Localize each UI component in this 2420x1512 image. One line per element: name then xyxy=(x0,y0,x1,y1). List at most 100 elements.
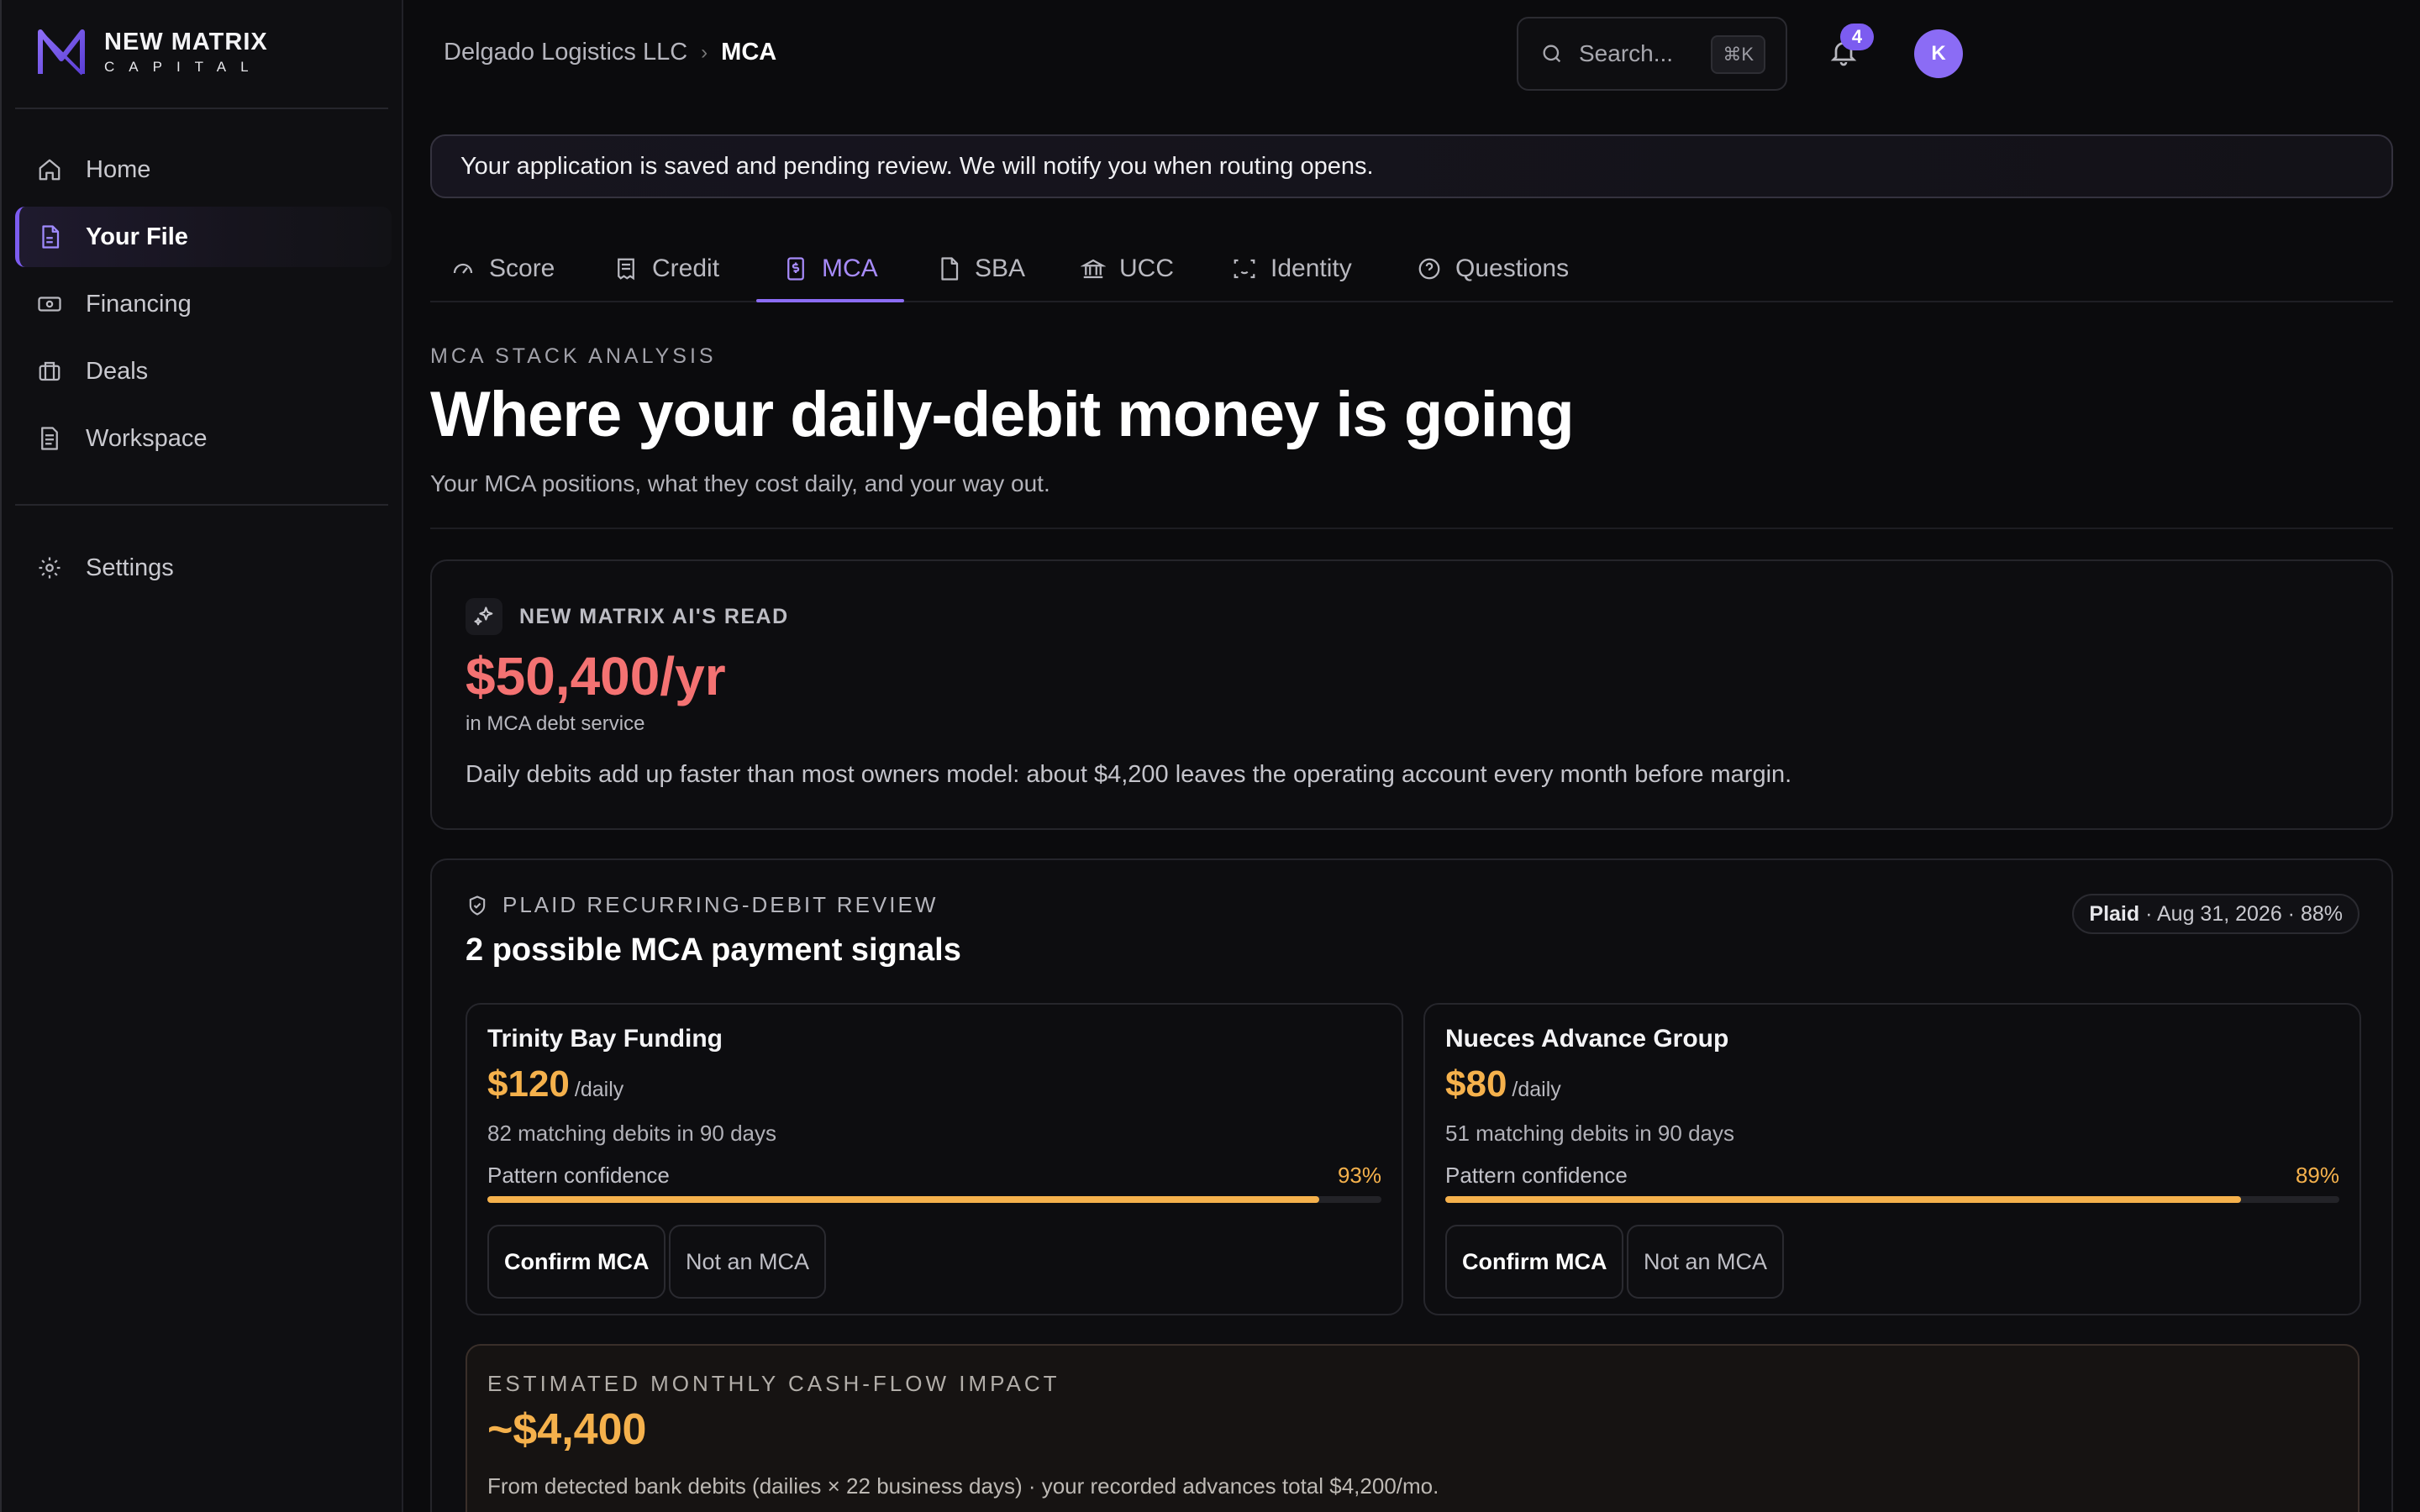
confidence-progress-fill xyxy=(1445,1196,2241,1203)
confidence-value: 89% xyxy=(2295,1163,2339,1188)
dollar-file-icon xyxy=(783,256,808,281)
lender-name: Trinity Bay Funding xyxy=(487,1025,723,1053)
top-bar: Delgado Logistics LLC › MCA xyxy=(405,0,2420,108)
briefcase-icon xyxy=(37,359,62,384)
brand-name: NEW MATRIX xyxy=(104,29,268,55)
breadcrumb-item-company[interactable]: Delgado Logistics LLC xyxy=(444,39,687,66)
confirm-mca-button[interactable]: Confirm MCA xyxy=(487,1225,666,1299)
sidebar-item-label: Workspace xyxy=(86,424,208,452)
confidence-progress-bar xyxy=(1445,1196,2339,1203)
sidebar-item-deals[interactable]: Deals xyxy=(15,341,392,402)
sidebar: NEW MATRIX CAPITAL Home Your File Financ… xyxy=(0,0,403,1512)
sparkles-icon xyxy=(466,598,502,635)
page-subtitle: Your MCA positions, what they cost daily… xyxy=(430,470,1050,496)
ai-read-label: NEW MATRIX AI'S READ xyxy=(519,604,789,628)
daily-amount-value: $80 xyxy=(1445,1063,1507,1105)
sidebar-item-workspace[interactable]: Workspace xyxy=(15,408,392,469)
cash-flow-impact-panel: ESTIMATED MONTHLY CASH-FLOW IMPACT ~$4,4… xyxy=(466,1344,2360,1512)
impact-label: ESTIMATED MONTHLY CASH-FLOW IMPACT xyxy=(487,1371,1060,1396)
daily-amount-period: /daily xyxy=(1512,1078,1561,1101)
tab-label: Identity xyxy=(1270,255,1352,282)
tab-label: MCA xyxy=(822,255,878,282)
search-icon xyxy=(1543,45,1561,63)
impact-note: From detected bank debits (dailies × 22 … xyxy=(487,1473,1439,1499)
confidence-label: Pattern confidence xyxy=(1445,1163,1628,1188)
plaid-meta-source: Plaid xyxy=(2089,901,2140,926)
daily-amount: $80/daily xyxy=(1445,1063,1561,1105)
tab-questions[interactable]: Questions xyxy=(1417,235,1569,302)
tab-label: SBA xyxy=(975,255,1026,282)
tab-mca[interactable]: MCA xyxy=(783,235,878,302)
breadcrumb-item-current: MCA xyxy=(721,39,777,66)
gauge-icon xyxy=(450,256,476,281)
status-banner: Your application is saved and pending re… xyxy=(430,134,2393,198)
tab-label: Credit xyxy=(652,255,720,282)
tab-credit[interactable]: Credit xyxy=(613,235,719,302)
not-an-mca-button[interactable]: Not an MCA xyxy=(669,1225,827,1299)
ai-read-summary: Daily debits add up faster than most own… xyxy=(466,761,1792,788)
mca-signal-card: Nueces Advance Group $80/daily 51 matchi… xyxy=(1423,1003,2361,1315)
plaid-review-label: PLAID RECURRING-DEBIT REVIEW xyxy=(502,892,939,917)
sidebar-item-your-file[interactable]: Your File xyxy=(15,207,392,267)
daily-amount-value: $120 xyxy=(487,1063,570,1105)
keyboard-shortcut-badge: ⌘K xyxy=(1711,35,1765,74)
tab-label: Questions xyxy=(1455,255,1570,282)
search-input[interactable]: Search... ⌘K xyxy=(1517,17,1787,91)
document-icon xyxy=(37,426,62,451)
confidence-progress-fill xyxy=(487,1196,1319,1203)
confirm-mca-button[interactable]: Confirm MCA xyxy=(1445,1225,1624,1299)
sidebar-item-label: Deals xyxy=(86,357,149,385)
search-placeholder: Search... xyxy=(1579,40,1674,66)
daily-amount-period: /daily xyxy=(574,1078,624,1101)
file-icon xyxy=(37,224,62,249)
tab-score[interactable]: Score xyxy=(450,235,555,302)
sidebar-item-label: Your File xyxy=(86,223,188,250)
notification-count-badge: 4 xyxy=(1840,24,1874,50)
section-eyebrow: MCA STACK ANALYSIS xyxy=(430,344,717,368)
tab-label: UCC xyxy=(1119,255,1174,282)
tab-ucc[interactable]: UCC xyxy=(1081,235,1174,302)
plaid-review-title: 2 possible MCA payment signals xyxy=(466,932,961,968)
brand-logo[interactable]: NEW MATRIX CAPITAL xyxy=(37,29,268,77)
ai-read-caption: in MCA debt service xyxy=(466,712,645,735)
sidebar-item-label: Home xyxy=(86,155,151,183)
logo-mark-icon xyxy=(38,29,85,76)
brand-tagline: CAPITAL xyxy=(104,59,263,75)
shield-check-icon xyxy=(469,895,486,916)
tab-label: Score xyxy=(489,255,555,282)
plaid-review-card: PLAID RECURRING-DEBIT REVIEW 2 possible … xyxy=(430,858,2393,1512)
home-icon xyxy=(37,157,62,182)
bank-icon xyxy=(1081,256,1106,281)
confidence-value: 93% xyxy=(1337,1163,1381,1188)
sidebar-item-home[interactable]: Home xyxy=(15,139,392,200)
sidebar-divider xyxy=(15,504,388,506)
active-tab-indicator xyxy=(756,299,904,302)
gear-icon xyxy=(37,555,62,580)
avatar[interactable]: K xyxy=(1914,29,1963,78)
sidebar-item-label: Financing xyxy=(86,290,192,318)
page-title: Where your daily-debit money is going xyxy=(430,379,1575,450)
file-icon xyxy=(936,256,961,281)
not-an-mca-button[interactable]: Not an MCA xyxy=(1627,1225,1785,1299)
lender-name: Nueces Advance Group xyxy=(1445,1025,1729,1053)
banknote-icon xyxy=(37,291,62,317)
matching-debits-count: 82 matching debits in 90 days xyxy=(487,1121,776,1146)
sidebar-item-financing[interactable]: Financing xyxy=(15,274,392,334)
mca-signal-card: Trinity Bay Funding $120/daily 82 matchi… xyxy=(466,1003,1403,1315)
sidebar-item-label: Settings xyxy=(86,554,174,581)
scan-face-icon xyxy=(1232,256,1257,281)
section-divider xyxy=(430,528,2393,529)
tab-sba[interactable]: SBA xyxy=(936,235,1025,302)
matching-debits-count: 51 matching debits in 90 days xyxy=(1445,1121,1734,1146)
confidence-progress-bar xyxy=(487,1196,1381,1203)
plaid-meta-details: · Aug 31, 2026 · 88% xyxy=(2139,901,2343,926)
sidebar-divider xyxy=(15,108,388,109)
sidebar-item-settings[interactable]: Settings xyxy=(15,538,392,598)
chevron-right-icon: › xyxy=(701,40,708,64)
tab-bar: Score Credit MCA SBA UCC Identity Questi… xyxy=(430,235,2393,302)
receipt-icon xyxy=(613,256,639,281)
tab-identity[interactable]: Identity xyxy=(1232,235,1352,302)
help-circle-icon xyxy=(1417,256,1442,281)
impact-amount: ~$4,400 xyxy=(487,1405,647,1454)
ai-read-card: NEW MATRIX AI'S READ $50,400/yr in MCA d… xyxy=(430,559,2393,830)
